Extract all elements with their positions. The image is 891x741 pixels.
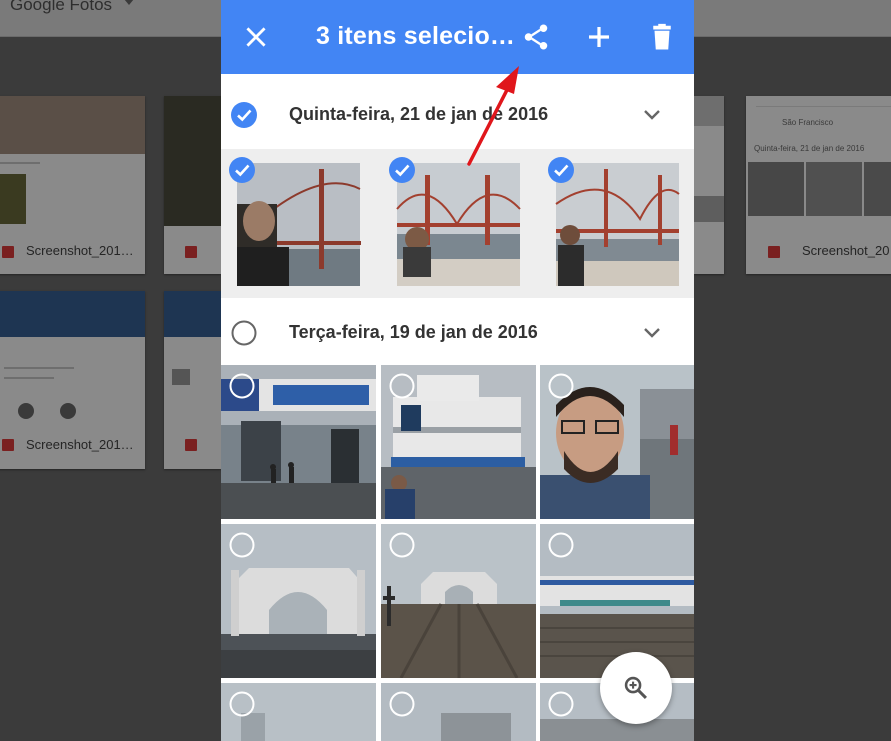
image-icon	[2, 246, 14, 258]
photo-tile[interactable]	[381, 524, 536, 678]
unselected-circle-icon[interactable]	[548, 532, 574, 558]
card-label: Screenshot_201…	[26, 437, 134, 452]
background-card	[164, 96, 221, 274]
photo-tile[interactable]	[221, 365, 376, 519]
image-icon	[185, 439, 197, 451]
photo-tile[interactable]	[381, 149, 536, 301]
add-icon[interactable]	[584, 22, 614, 52]
date-section-header: Terça-feira, 19 de jan de 2016	[221, 298, 694, 368]
app-title: Google Fotos	[10, 0, 113, 14]
unselected-circle-icon[interactable]	[389, 691, 415, 717]
unselected-circle-icon[interactable]	[389, 532, 415, 558]
background-card: São Francisco Quinta-feira, 21 de jan de…	[746, 96, 891, 274]
date-section-header: Quinta-feira, 21 de jan de 2016	[221, 80, 694, 150]
photo-tile[interactable]	[540, 524, 694, 678]
avatar	[60, 403, 76, 419]
mini-date: Quinta-feira, 21 de jan de 2016	[754, 144, 865, 153]
background-card: Screenshot_201…	[0, 96, 145, 274]
selected-check-icon[interactable]	[548, 157, 574, 183]
photo-tile[interactable]	[540, 149, 694, 301]
photo-tile[interactable]	[221, 524, 376, 678]
photo-tile[interactable]	[221, 149, 376, 301]
unselected-circle-icon[interactable]	[389, 373, 415, 399]
unselected-circle-icon[interactable]	[229, 373, 255, 399]
section-select-checkbox[interactable]	[231, 102, 257, 128]
thumbnail	[164, 96, 221, 226]
selected-check-icon[interactable]	[229, 157, 255, 183]
image-icon	[768, 246, 780, 258]
thumbnail	[0, 174, 26, 224]
avatar	[18, 403, 34, 419]
caret-down-icon	[124, 0, 134, 5]
photo-tile[interactable]	[221, 683, 376, 741]
section-date: Terça-feira, 19 de jan de 2016	[289, 322, 538, 342]
trash-icon[interactable]	[647, 22, 677, 52]
close-icon[interactable]	[243, 24, 269, 50]
unselected-circle-icon[interactable]	[548, 373, 574, 399]
selection-app-bar: 3 itens selecio…	[221, 0, 694, 74]
card-label: Screenshot_20	[802, 243, 890, 258]
selection-count-title: 3 itens selecio…	[316, 22, 516, 50]
unselected-circle-icon[interactable]	[229, 691, 255, 717]
selection-panel: 3 itens selecio… Quinta-feira, 21 de jan…	[221, 0, 694, 741]
chevron-down-icon[interactable]	[641, 324, 663, 342]
selected-check-icon[interactable]	[389, 157, 415, 183]
card-label: Screenshot_201…	[26, 243, 134, 258]
section-select-checkbox[interactable]	[231, 320, 257, 346]
photo-tile[interactable]	[381, 683, 536, 741]
zoom-fab-button[interactable]	[600, 652, 672, 724]
mini-place: São Francisco	[782, 118, 834, 127]
background-card	[164, 291, 221, 469]
photo-tile[interactable]	[381, 365, 536, 519]
unselected-circle-icon[interactable]	[229, 532, 255, 558]
chevron-down-icon[interactable]	[641, 106, 663, 124]
thumbnail	[0, 96, 145, 154]
share-icon[interactable]	[521, 22, 551, 52]
photo-tile[interactable]	[540, 365, 694, 519]
section-date: Quinta-feira, 21 de jan de 2016	[289, 104, 549, 124]
background-card	[694, 96, 724, 274]
unselected-circle-icon[interactable]	[548, 691, 574, 717]
image-icon	[185, 246, 197, 258]
image-icon	[2, 439, 14, 451]
zoom-in-icon	[624, 676, 647, 699]
background-card: Screenshot_201…	[0, 291, 145, 469]
